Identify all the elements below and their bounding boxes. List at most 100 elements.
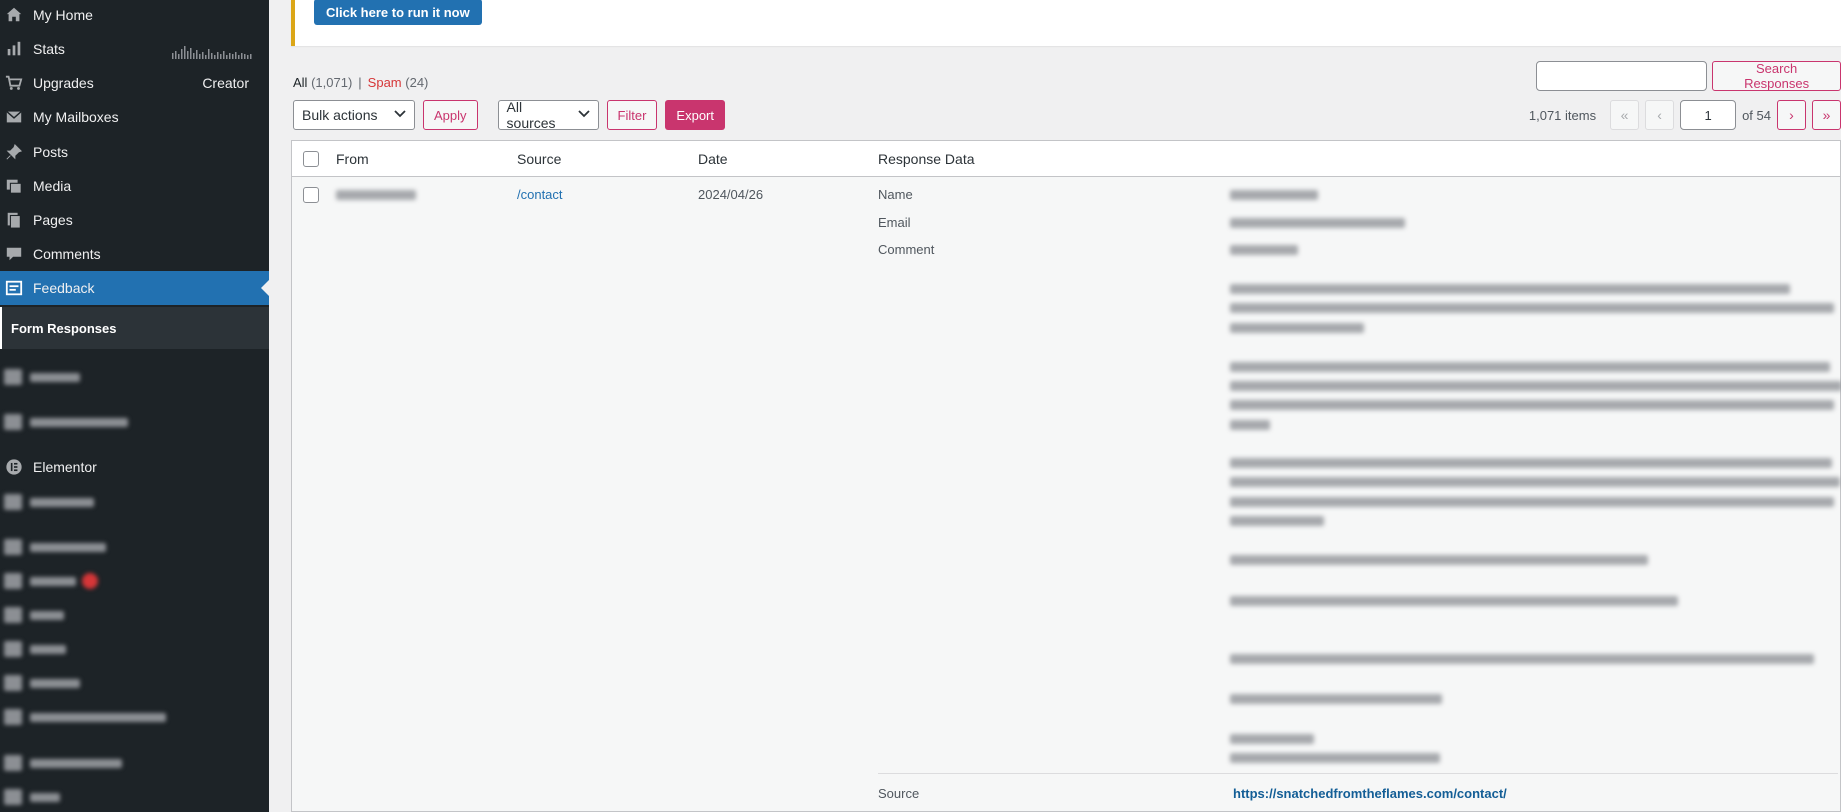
sidebar-item-label: Feedback xyxy=(33,280,95,296)
home-icon xyxy=(4,5,24,25)
chevron-down-icon xyxy=(577,109,590,121)
sidebar-item-blurred[interactable] xyxy=(4,638,66,660)
current-page-input[interactable]: 1 xyxy=(1680,100,1737,130)
responses-table: From Source Date Response Data /contact … xyxy=(291,140,1841,812)
row-source-link[interactable]: /contact xyxy=(517,187,563,202)
field-label-comment: Comment xyxy=(878,242,935,257)
sidebar-item-blurred[interactable] xyxy=(4,706,166,728)
comment-blurred xyxy=(1230,694,1442,704)
field-label-source: Source xyxy=(878,786,920,801)
pages-icon xyxy=(4,210,24,230)
bulk-actions-select[interactable]: Bulk actions xyxy=(293,100,415,130)
feedback-icon xyxy=(4,278,24,298)
field-divider xyxy=(878,773,1838,774)
sources-select[interactable]: All sources xyxy=(497,99,599,131)
admin-notice xyxy=(291,0,1841,46)
source-url-link[interactable]: https://snatchedfromtheflames.com/contac… xyxy=(1233,786,1507,801)
sidebar-item-posts[interactable]: Posts xyxy=(0,135,269,169)
sidebar-item-label: Media xyxy=(33,178,72,194)
sidebar-item-pages[interactable]: Pages xyxy=(0,203,269,237)
stats-sparkline xyxy=(172,46,252,59)
comment-blurred xyxy=(1230,400,1834,410)
sidebar-item-label: Pages xyxy=(33,212,73,228)
sidebar-item-mailboxes[interactable]: My Mailboxes xyxy=(0,100,269,134)
mail-icon xyxy=(4,107,24,127)
first-page-button: « xyxy=(1610,100,1640,130)
sidebar-item-elementor[interactable]: Elementor xyxy=(0,450,269,484)
row-date: 2024/04/26 xyxy=(698,187,764,202)
sidebar-item-label: My Mailboxes xyxy=(33,109,119,125)
comment-blurred xyxy=(1230,654,1814,664)
comment-blurred xyxy=(1230,555,1648,565)
comment-blurred xyxy=(1230,497,1834,507)
view-all[interactable]: All (1,071) xyxy=(293,75,352,90)
sidebar-item-label: Comments xyxy=(33,246,101,262)
sidebar-item-label: Upgrades xyxy=(33,75,94,91)
comment-blurred xyxy=(1230,596,1678,606)
view-separator: | xyxy=(358,75,362,90)
column-source[interactable]: Source xyxy=(517,151,561,167)
column-from[interactable]: From xyxy=(336,151,369,167)
sidebar-item-label: My Home xyxy=(33,7,93,23)
pin-icon xyxy=(4,142,24,162)
sidebar-item-upgrades[interactable]: Upgrades Creator xyxy=(0,66,269,100)
feedback-submenu: Form Responses xyxy=(0,307,269,349)
next-page-button[interactable]: › xyxy=(1777,100,1806,130)
column-response-data: Response Data xyxy=(878,151,975,167)
sidebar-item-my-home[interactable]: My Home xyxy=(0,0,269,32)
sidebar-item-blurred[interactable] xyxy=(4,536,106,558)
field-label-name: Name xyxy=(878,187,913,202)
filter-button[interactable]: Filter xyxy=(606,100,658,130)
search-box: Search Responses xyxy=(1536,61,1841,91)
items-count: 1,071 items xyxy=(1528,107,1597,123)
comment-blurred xyxy=(1230,303,1834,313)
submenu-item-form-responses[interactable]: Form Responses xyxy=(0,307,116,349)
comment-blurred xyxy=(1230,323,1364,333)
export-button[interactable]: Export xyxy=(665,100,725,130)
total-pages: of 54 xyxy=(1742,107,1771,123)
sidebar-item-blurred[interactable] xyxy=(4,604,64,626)
comment-blurred xyxy=(1230,753,1440,763)
prev-page-button: ‹ xyxy=(1645,100,1675,130)
search-input[interactable] xyxy=(1536,61,1708,91)
sidebar-item-blurred[interactable] xyxy=(4,366,80,388)
sidebar-item-blurred[interactable] xyxy=(4,491,94,513)
comment-blurred xyxy=(1230,458,1832,468)
comment-blurred xyxy=(1230,734,1314,744)
plan-badge: Creator xyxy=(202,75,249,91)
view-spam[interactable]: Spam (24) xyxy=(368,75,429,90)
comment-blurred xyxy=(1230,284,1790,294)
sidebar-item-comments[interactable]: Comments xyxy=(0,237,269,271)
comment-blurred xyxy=(1230,362,1830,372)
sidebar-item-blurred[interactable] xyxy=(4,752,122,774)
sidebar-item-blurred[interactable] xyxy=(4,786,60,808)
value-blurred xyxy=(1230,245,1298,255)
tablenav-top: Bulk actions Apply All sources Filter Ex… xyxy=(293,99,725,131)
from-blurred xyxy=(336,190,416,200)
sidebar-item-label: Posts xyxy=(33,144,69,160)
status-views: All (1,071) | Spam (24) xyxy=(293,75,428,90)
sidebar-item-media[interactable]: Media xyxy=(0,169,269,203)
admin-sidebar: My Home Stats Upgrades Creator My Mailbo… xyxy=(0,0,269,812)
value-blurred xyxy=(1230,190,1318,200)
sidebar-item-blurred[interactable] xyxy=(4,570,98,592)
sidebar-item-blurred[interactable] xyxy=(4,672,80,694)
run-now-button[interactable]: Click here to run it now xyxy=(314,0,482,25)
stats-icon xyxy=(4,39,24,59)
sidebar-item-label: Elementor xyxy=(33,459,97,475)
column-date[interactable]: Date xyxy=(698,151,728,167)
comment-icon xyxy=(4,244,24,264)
apply-button[interactable]: Apply xyxy=(423,100,478,130)
table-header: From Source Date Response Data xyxy=(292,141,1840,177)
sidebar-item-blurred[interactable] xyxy=(4,411,128,433)
pagination: 1,071 items « ‹ 1 of 54 › » xyxy=(1529,100,1841,130)
value-blurred xyxy=(1230,218,1405,228)
last-page-button[interactable]: » xyxy=(1812,100,1841,130)
field-label-email: Email xyxy=(878,215,911,230)
search-responses-button[interactable]: Search Responses xyxy=(1712,61,1841,91)
select-all-checkbox[interactable] xyxy=(303,151,319,167)
comment-blurred xyxy=(1230,477,1840,487)
row-checkbox[interactable] xyxy=(303,187,319,203)
sidebar-item-feedback[interactable]: Feedback xyxy=(0,271,269,305)
comment-blurred xyxy=(1230,420,1270,430)
